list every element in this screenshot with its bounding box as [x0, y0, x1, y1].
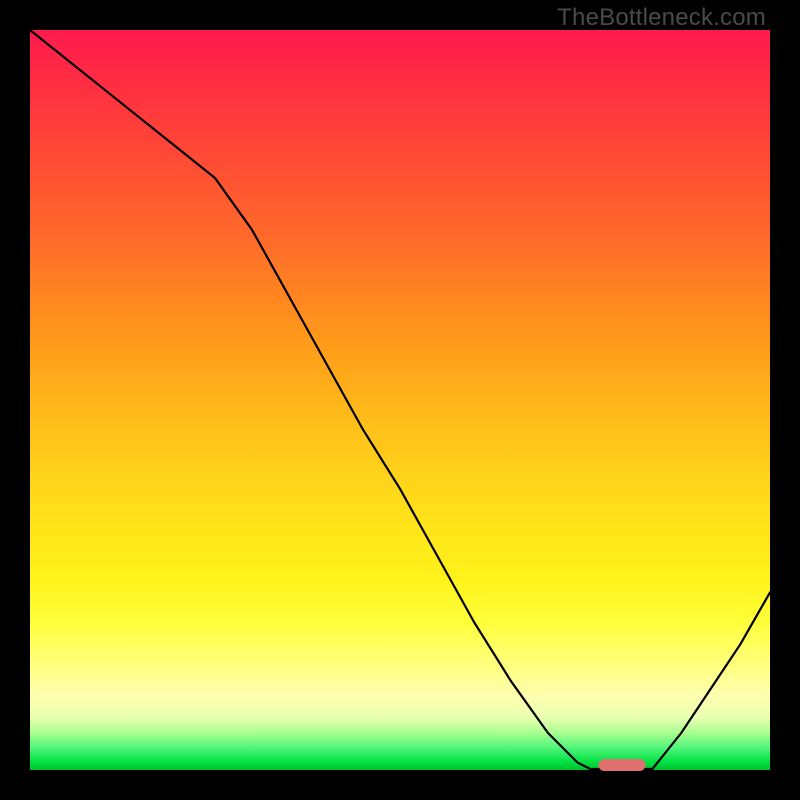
- plateau-marker: [598, 759, 645, 771]
- bottleneck-curve: [30, 30, 770, 770]
- chart-frame: TheBottleneck.com: [0, 0, 800, 800]
- watermark-text: TheBottleneck.com: [557, 4, 766, 32]
- curve-layer: [30, 30, 770, 770]
